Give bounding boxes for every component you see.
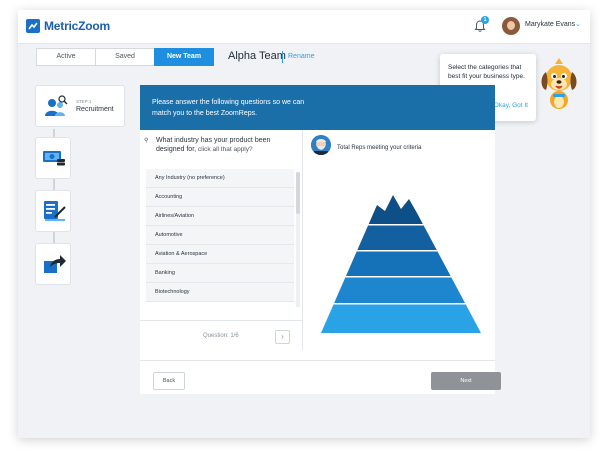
- step-requirements[interactable]: [35, 190, 71, 232]
- brand-logo[interactable]: MetricZoom: [26, 19, 110, 33]
- question-counter: Question: 1/6: [203, 333, 239, 339]
- reps-column: Total Reps meeting your criteria: [304, 130, 495, 350]
- tab-saved[interactable]: Saved: [95, 48, 155, 66]
- question-footer: Question: 1/6 ›: [140, 320, 303, 350]
- user-name[interactable]: Marykate Evans: [525, 21, 575, 28]
- question-hint: click all that apply?: [198, 146, 253, 153]
- list-item[interactable]: Automotive: [146, 226, 294, 245]
- intro-banner: Please answer the following questions so…: [140, 85, 495, 130]
- back-button[interactable]: Back: [153, 372, 185, 390]
- list-item[interactable]: Aviation & Aerospace: [146, 245, 294, 264]
- chevron-down-icon[interactable]: ⌄: [575, 20, 581, 28]
- reps-title: Total Reps meeting your criteria: [337, 145, 422, 151]
- scrollbar-thumb[interactable]: [296, 172, 300, 214]
- tooltip-text: Select the categories that best fit your…: [448, 64, 525, 80]
- money-icon: [43, 151, 65, 166]
- list-item[interactable]: Banking: [146, 264, 294, 283]
- list-item[interactable]: Any Industry (no preference): [146, 169, 294, 188]
- notification-badge: 1: [481, 16, 489, 24]
- tab-active[interactable]: Active: [36, 48, 96, 66]
- question-column: ⚲ What industry has your product been de…: [140, 130, 303, 350]
- recruitment-icon: [45, 95, 68, 116]
- questionnaire-panel: Please answer the following questions so…: [140, 85, 501, 394]
- step-budget[interactable]: [35, 137, 71, 179]
- list-scrollbar[interactable]: [296, 172, 300, 307]
- tab-new-team[interactable]: New Team: [154, 48, 214, 66]
- list-item[interactable]: Airlines/Aviation: [146, 207, 294, 226]
- step-number: STEP 1: [76, 99, 92, 104]
- brand-name: MetricZoom: [44, 19, 111, 33]
- step-title: Recruitment: [76, 106, 114, 113]
- rep-avatar-icon: [311, 135, 331, 155]
- step-launch[interactable]: [35, 243, 71, 285]
- list-item[interactable]: Biotechnology: [146, 283, 294, 302]
- divider: [282, 51, 283, 63]
- reps-pyramid-graphic: [321, 195, 481, 333]
- user-avatar[interactable]: [502, 17, 520, 35]
- divider: [140, 360, 495, 361]
- team-tabs: Active Saved New Team: [36, 48, 214, 66]
- next-question-button[interactable]: ›: [275, 330, 290, 344]
- rename-link[interactable]: Rename: [288, 53, 314, 60]
- banner-text: Please answer the following questions so…: [152, 99, 305, 117]
- tooltip-dismiss-button[interactable]: Okay, Got It: [494, 102, 528, 109]
- app-window: MetricZoom 1 Marykate Evans ⌄ Active Sav…: [18, 10, 590, 438]
- mascot-dog-icon: [541, 58, 577, 109]
- next-button[interactable]: Next: [431, 372, 501, 390]
- list-item[interactable]: Accounting: [146, 188, 294, 207]
- question-icon: ⚲: [144, 138, 149, 144]
- chevron-right-icon: ›: [281, 332, 284, 341]
- top-bar: MetricZoom 1 Marykate Evans ⌄: [18, 10, 590, 44]
- step-recruitment[interactable]: STEP 1 Recruitment: [35, 85, 125, 127]
- industry-list: Any Industry (no preference) Accounting …: [146, 169, 294, 309]
- logo-icon: [26, 19, 40, 33]
- question-text: What industry has your product been desi…: [156, 137, 271, 153]
- checklist-icon: [44, 201, 66, 221]
- team-name: Alpha Team: [228, 50, 286, 62]
- share-arrow-icon: [44, 255, 66, 273]
